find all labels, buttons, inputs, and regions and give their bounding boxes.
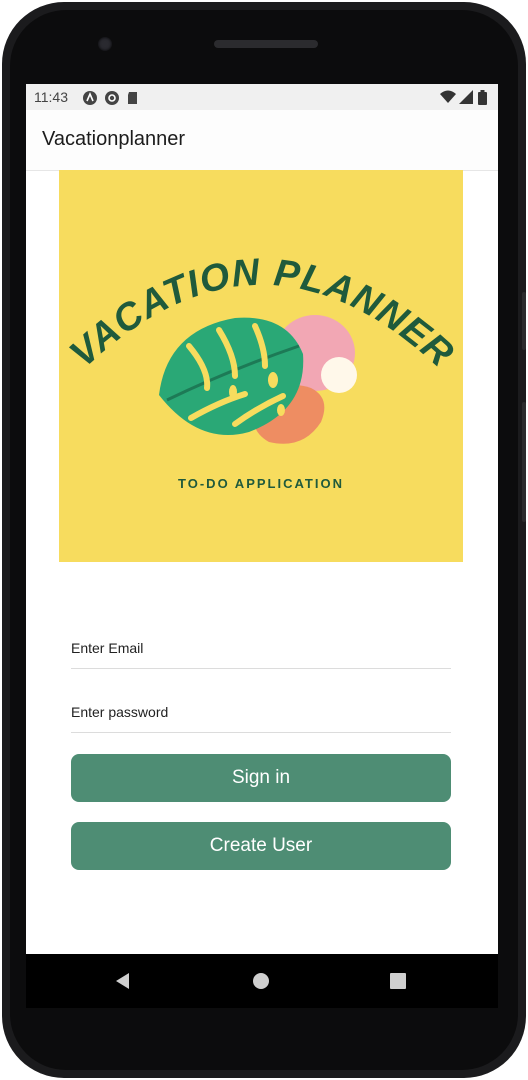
sd-card-icon [128, 92, 137, 104]
volume-button [522, 402, 526, 522]
earpiece-speaker [214, 40, 318, 48]
system-nav-bar [26, 954, 498, 1008]
status-time: 11:43 [34, 89, 68, 105]
app-title: Vacationplanner [42, 128, 186, 150]
banner-illustration: VACATION PLANNER TO-DO APPLICATION [62, 252, 461, 491]
android-studio-icon [83, 91, 97, 105]
front-camera [98, 37, 112, 51]
wifi-icon [440, 90, 456, 103]
password-field[interactable] [71, 692, 451, 733]
email-field[interactable] [71, 628, 451, 669]
battery-icon [478, 90, 487, 105]
signal-icon [459, 90, 473, 104]
sign-in-button[interactable]: Sign in [71, 754, 451, 802]
create-user-button[interactable]: Create User [71, 822, 451, 870]
vacation-planner-banner: VACATION PLANNER TO-DO APPLICATION [59, 170, 463, 562]
back-icon[interactable] [114, 972, 132, 990]
recents-icon[interactable] [389, 972, 407, 990]
power-button [522, 292, 526, 350]
password-input[interactable] [71, 692, 451, 732]
sun-circle [321, 357, 357, 393]
sync-icon [105, 91, 119, 105]
status-bar: 11:43 [26, 84, 498, 110]
screen: 11:43 Vacationplanner VACATION PLANNER T… [26, 84, 498, 954]
app-bar: Vacationplanner [26, 110, 498, 171]
home-icon[interactable] [252, 972, 270, 990]
email-input[interactable] [71, 628, 451, 668]
banner-subtitle: TO-DO APPLICATION [178, 476, 344, 491]
